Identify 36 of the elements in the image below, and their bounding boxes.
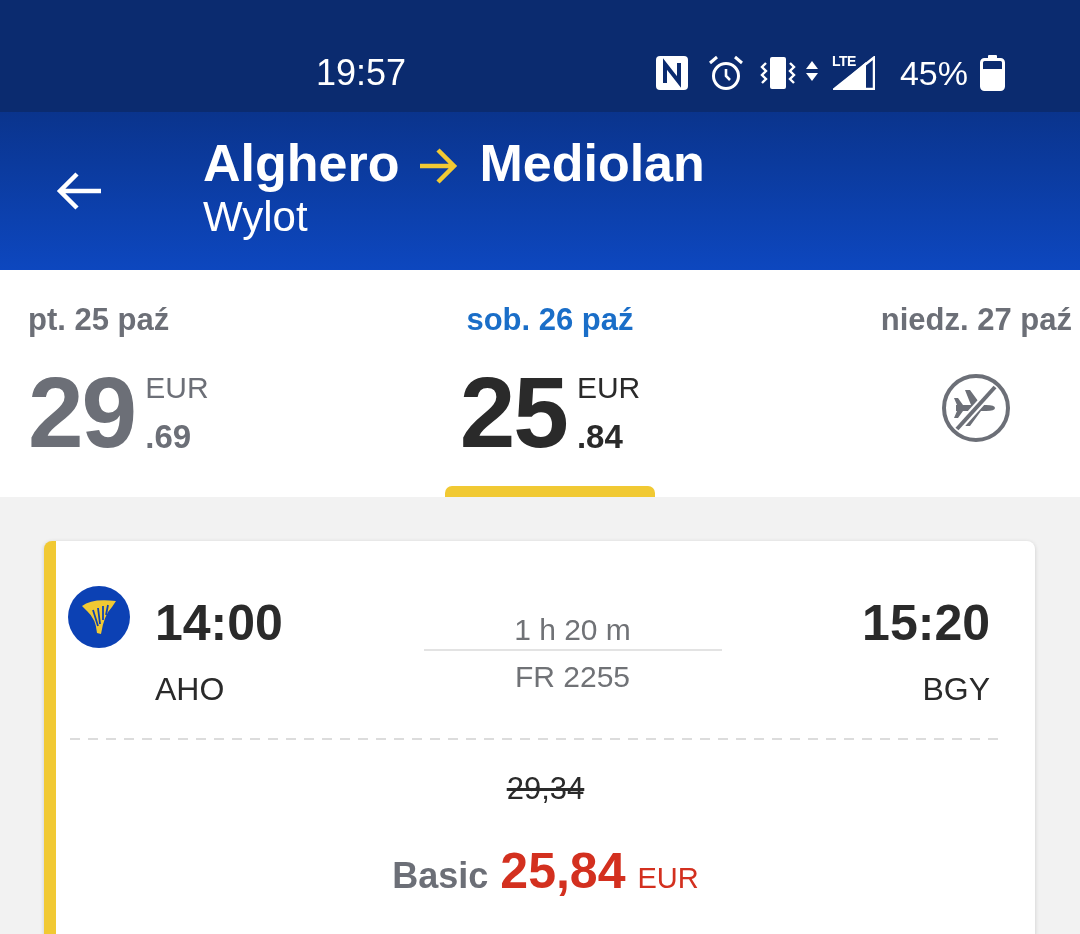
harp-logo-icon — [68, 586, 130, 648]
alarm-clock-icon — [707, 55, 744, 91]
data-arrows-icon — [805, 61, 818, 81]
destination-city: Mediolan — [479, 135, 705, 193]
back-arrow-icon[interactable] — [55, 171, 103, 211]
arrival-airport: BGY — [921, 670, 990, 709]
battery-percent: 45% — [899, 56, 968, 90]
network-type-label: LTE — [831, 54, 856, 68]
date-tab[interactable]: sob. 26 paź — [466, 301, 634, 339]
clock-time: 19:57 — [316, 55, 407, 91]
currency-label: EUR — [637, 860, 699, 896]
old-price: 29,34 — [506, 770, 585, 808]
date-tab[interactable]: pt. 25 paź — [28, 301, 170, 339]
vibrate-icon — [759, 57, 796, 89]
price-amount: 29 — [28, 362, 136, 463]
price-cents: .69 — [145, 420, 192, 454]
arrival-time: 15:20 — [862, 596, 990, 651]
fare-name: Basic — [392, 853, 489, 897]
signal-icon — [832, 56, 875, 90]
origin-city: Alghero — [203, 135, 400, 193]
departure-time: 14:00 — [155, 596, 283, 651]
price-amount: 25 — [459, 362, 567, 463]
date-tab[interactable]: niedz. 27 paź — [880, 301, 1072, 339]
flight-duration: 1 h 20 m — [513, 612, 632, 648]
currency-label: EUR — [145, 373, 209, 404]
flight-number: FR 2255 — [513, 659, 632, 695]
no-flights-icon — [942, 374, 1011, 443]
screen-subtitle: Wylot — [203, 192, 309, 243]
flight-card[interactable]: 14:00 AHO 1 h 20 m FR 2255 15:20 BGY 29,34 Basic 25,84 EUR — [44, 541, 1035, 934]
departure-airport: AHO — [155, 670, 226, 709]
fare-price: 25,84 — [500, 841, 626, 901]
currency-label: EUR — [576, 373, 641, 404]
nfc-icon — [655, 56, 688, 90]
battery-icon — [980, 55, 1005, 91]
arrow-right-icon — [420, 147, 459, 184]
price-cents: .84 — [576, 420, 623, 454]
